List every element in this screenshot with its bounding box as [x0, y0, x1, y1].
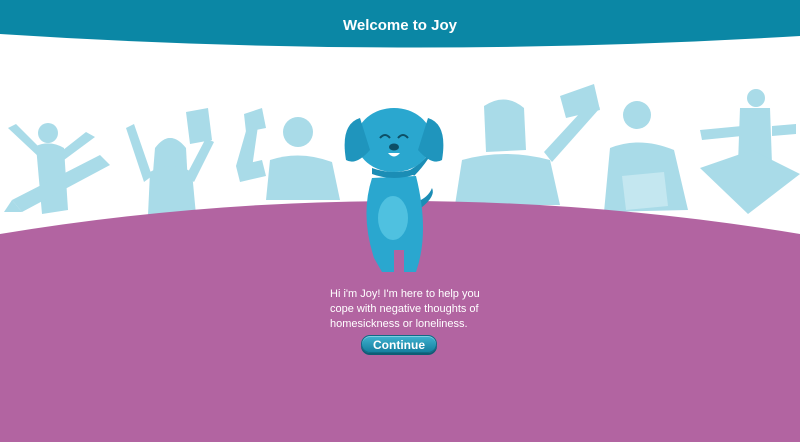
welcome-screen: Welcome to Joy Hi i'm Joy! I'm here to h…	[0, 0, 800, 442]
girl-reading-figure	[700, 89, 800, 214]
boy-with-book-figure	[604, 101, 688, 212]
kid-with-pencil-figure	[4, 123, 110, 214]
page-title: Welcome to Joy	[343, 17, 457, 34]
continue-button[interactable]: Continue	[361, 335, 437, 353]
girl-with-paper-figure	[126, 108, 214, 215]
intro-message: Hi i'm Joy! I'm here to help you cope wi…	[330, 288, 480, 330]
welcome-illustration	[0, 0, 800, 442]
waving-man-figure	[455, 84, 600, 205]
waving-boy-figure	[236, 108, 340, 200]
